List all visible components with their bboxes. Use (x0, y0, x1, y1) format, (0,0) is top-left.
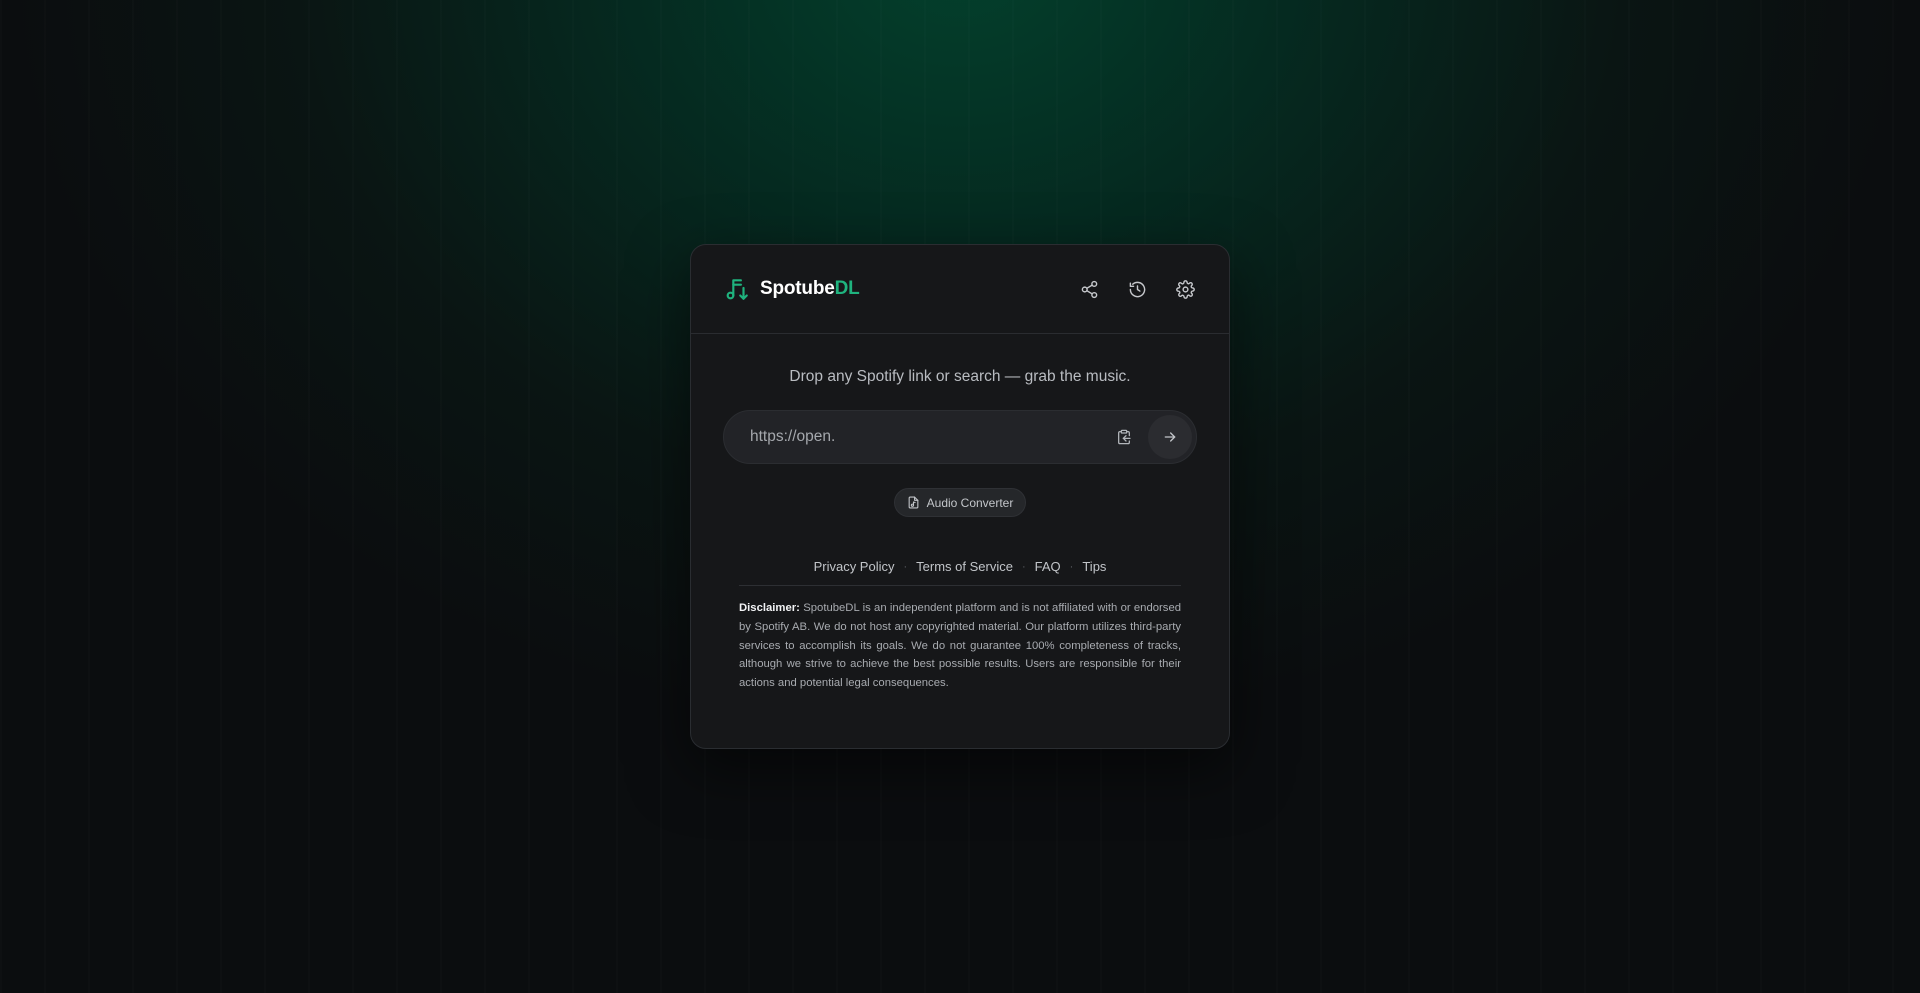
paste-button[interactable] (1109, 422, 1139, 452)
search-bar (723, 410, 1197, 464)
link-separator: · (1021, 560, 1026, 573)
card-header: SpotubeDL (691, 245, 1229, 334)
share-button[interactable] (1077, 277, 1101, 301)
history-button[interactable] (1125, 277, 1149, 301)
link-separator: · (903, 560, 908, 573)
footer-links: Privacy Policy · Terms of Service · FAQ … (739, 559, 1181, 586)
clipboard-paste-icon (1118, 429, 1131, 445)
disclaimer-text: SpotubeDL is an independent platform and… (739, 602, 1182, 690)
converter-row: Audio Converter (723, 488, 1197, 517)
search-input[interactable] (750, 428, 1109, 446)
card-body: Drop any Spotify link or search — grab t… (691, 368, 1229, 693)
submit-button[interactable] (1148, 415, 1192, 459)
brand-name-accent: DL (834, 278, 860, 299)
tagline: Drop any Spotify link or search — grab t… (789, 368, 1131, 385)
tips-link[interactable]: Tips (1082, 559, 1106, 574)
arrow-right-icon (1164, 432, 1176, 442)
share-icon (1081, 280, 1097, 298)
brand[interactable]: SpotubeDL (724, 276, 860, 302)
brand-name-main: Spotube (760, 278, 835, 299)
audio-converter-label: Audio Converter (926, 495, 1014, 510)
terms-of-service-link[interactable]: Terms of Service (916, 559, 1013, 574)
settings-button[interactable] (1173, 277, 1197, 301)
brand-name: SpotubeDL (760, 278, 860, 300)
history-icon (1129, 281, 1145, 297)
music-download-icon (724, 276, 750, 302)
main-card: SpotubeDL Drop any Spotify link or searc… (690, 244, 1230, 749)
audio-converter-button[interactable]: Audio Converter (893, 488, 1027, 517)
header-actions (1077, 277, 1197, 301)
link-separator: · (1069, 560, 1074, 573)
audio-file-icon (908, 496, 919, 509)
privacy-policy-link[interactable]: Privacy Policy (814, 559, 895, 574)
faq-link[interactable]: FAQ (1035, 559, 1061, 574)
disclaimer: Disclaimer: SpotubeDL is an independent … (739, 599, 1181, 693)
gear-icon (1175, 279, 1195, 299)
disclaimer-label: Disclaimer: (739, 602, 800, 614)
